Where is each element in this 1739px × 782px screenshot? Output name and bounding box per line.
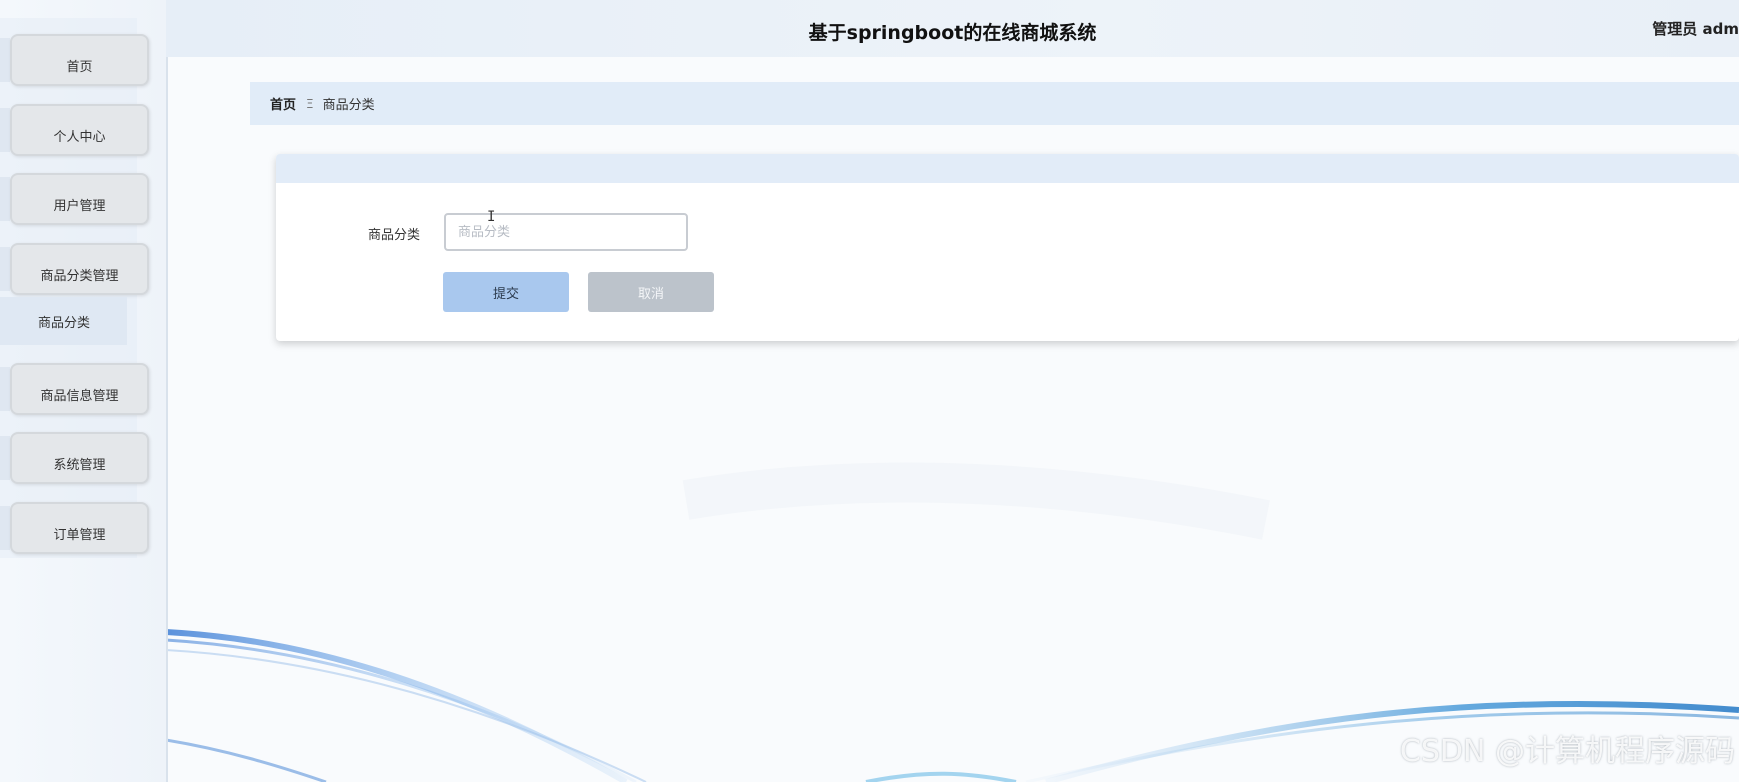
- sidebar-item-personal-center[interactable]: 个人中心: [10, 104, 149, 156]
- category-field-label: 商品分类: [368, 228, 421, 243]
- menu-tab: [0, 506, 10, 550]
- submit-button[interactable]: 提交: [443, 272, 569, 312]
- breadcrumb-home-link[interactable]: 首页: [270, 94, 296, 113]
- menu-tab: [0, 177, 10, 221]
- breadcrumb-separator-icon: Ξ: [306, 96, 314, 111]
- menu-tab: [0, 108, 10, 152]
- watermark: CSDN @计算机程序源码: [1399, 734, 1735, 769]
- card-header: [276, 154, 1739, 183]
- sidebar-item-system-management[interactable]: 系统管理: [10, 432, 149, 484]
- menu-tab: [0, 436, 10, 480]
- menu-tab: [0, 38, 10, 82]
- breadcrumb-current: 商品分类: [322, 98, 375, 113]
- text-cursor-icon: I: [487, 209, 496, 225]
- sidebar-item-home[interactable]: 首页: [10, 34, 149, 86]
- sidebar-item-product-management[interactable]: 商品信息管理: [10, 363, 149, 415]
- app-root: 首页 个人中心 用户管理 商品分类管理 商品分类 商品信息管理 系统管理 订单管…: [0, 0, 1739, 782]
- user-label[interactable]: 管理员 adm: [1652, 18, 1739, 39]
- menu-tab: [0, 247, 10, 291]
- submenu-item-category[interactable]: 商品分类: [0, 297, 127, 345]
- breadcrumb: 首页 Ξ 商品分类: [250, 82, 1739, 125]
- sidebar-item-user-management[interactable]: 用户管理: [10, 173, 149, 225]
- sidebar: 首页 个人中心 用户管理 商品分类管理 商品分类 商品信息管理 系统管理 订单管…: [0, 0, 168, 782]
- menu-tab: [0, 367, 10, 411]
- top-header: 基于springboot的在线商城系统 管理员 adm: [166, 0, 1739, 57]
- sidebar-item-category-management[interactable]: 商品分类管理: [10, 243, 149, 295]
- category-input[interactable]: [444, 213, 688, 251]
- cancel-button[interactable]: 取消: [588, 272, 714, 312]
- form-card: 商品分类 I 提交 取消: [276, 154, 1739, 341]
- sidebar-item-order-management[interactable]: 订单管理: [10, 502, 149, 554]
- page-title: 基于springboot的在线商城系统: [808, 22, 1097, 44]
